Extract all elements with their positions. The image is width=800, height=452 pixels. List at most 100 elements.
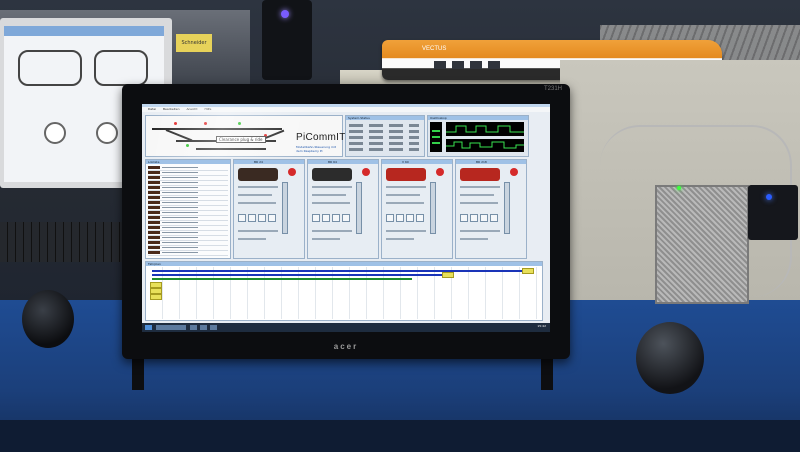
loco-thumbnail (148, 206, 160, 209)
timeline-tag[interactable] (522, 268, 534, 274)
monitor-brand: acer (333, 342, 359, 351)
timeline-bar[interactable] (152, 274, 442, 276)
function-button[interactable] (480, 214, 488, 222)
timeline-bar[interactable] (152, 270, 522, 272)
taskbar-app[interactable] (156, 325, 186, 330)
track (152, 128, 282, 130)
function-button[interactable] (238, 214, 246, 222)
menu-item[interactable]: Bearbeiten (163, 107, 179, 111)
loco-image (238, 168, 278, 181)
stop-button[interactable] (288, 168, 296, 176)
function-button[interactable] (396, 214, 404, 222)
loco-thumbnail (148, 201, 160, 204)
taskbar-app[interactable] (200, 325, 207, 330)
function-button[interactable] (416, 214, 424, 222)
speed-slider[interactable] (504, 182, 510, 234)
speed-slider[interactable] (282, 182, 288, 234)
menu-item[interactable]: Hilfe (204, 107, 211, 111)
monitor-stand-left (132, 356, 144, 390)
cab-label (312, 194, 346, 196)
loco-thumbnail (148, 196, 160, 199)
loco-cell (162, 212, 198, 213)
level-meter-bars (432, 130, 440, 144)
cab-control[interactable]: BR 24 (233, 159, 305, 259)
loco-thumbnail (148, 181, 160, 184)
cab-label (312, 202, 350, 204)
cab-label (386, 202, 424, 204)
loco-image (460, 168, 500, 181)
menu-item[interactable]: Datei (148, 107, 156, 111)
start-button[interactable] (145, 325, 152, 330)
taskbar-app[interactable] (210, 325, 217, 330)
loco-cell (162, 222, 198, 223)
signal-icon[interactable] (204, 122, 207, 125)
loco-thumbnail (148, 171, 160, 174)
signal-icon[interactable] (174, 122, 177, 125)
loco-list-row[interactable] (148, 251, 228, 256)
loco-thumbnail (148, 241, 160, 244)
screen: Datei Bearbeiten Ansicht Hilfe Clearance… (142, 104, 550, 332)
function-button[interactable] (460, 214, 468, 222)
function-button[interactable] (258, 214, 266, 222)
computer-mouse (636, 322, 704, 394)
function-button[interactable] (386, 214, 394, 222)
function-button[interactable] (268, 214, 276, 222)
cab-header: BR 24 (234, 160, 304, 164)
taskbar-app[interactable] (190, 325, 197, 330)
train-window (434, 61, 446, 69)
cab-header: BR 64 (308, 160, 378, 164)
signal-icon[interactable] (186, 144, 189, 147)
cab-label (238, 194, 272, 196)
cab-label (238, 238, 266, 240)
timeline-tag[interactable] (442, 272, 454, 278)
floor (0, 420, 800, 452)
oscilloscope-trace (446, 125, 524, 133)
level-meter (430, 122, 442, 152)
loco-cell (162, 197, 198, 198)
cab-control[interactable]: V 60 (381, 159, 453, 259)
stop-button[interactable] (436, 168, 444, 176)
cab-label (386, 186, 426, 188)
sticker: Schneider (176, 34, 212, 52)
track-plan-panel: Clearance plug & ride PiCommIT Modellbah… (145, 115, 346, 157)
function-button[interactable] (322, 214, 330, 222)
stop-button[interactable] (510, 168, 518, 176)
function-button[interactable] (470, 214, 478, 222)
cab-label (460, 202, 498, 204)
monitor-model: T231H (543, 86, 562, 92)
stop-button[interactable] (362, 168, 370, 176)
status-row (349, 130, 419, 133)
timeline-bar[interactable] (152, 278, 412, 280)
loco-cell (162, 232, 198, 233)
cab-label (386, 230, 426, 232)
signal-icon[interactable] (238, 122, 241, 125)
loco-thumbnail (148, 166, 160, 169)
train-window (488, 61, 500, 69)
loco-cell (162, 242, 198, 243)
app-logo: PiCommIT (296, 132, 346, 143)
loco-cell (162, 227, 198, 228)
route-label: Clearance plug & ride (216, 136, 266, 143)
cab-label (386, 238, 414, 240)
cab-control[interactable]: BR 64 (307, 159, 379, 259)
cab-label (312, 230, 352, 232)
cab-header: V 60 (382, 160, 452, 164)
speed-slider[interactable] (356, 182, 362, 234)
function-button[interactable] (406, 214, 414, 222)
loco-cell (162, 217, 198, 218)
function-button[interactable] (248, 214, 256, 222)
function-button[interactable] (312, 214, 320, 222)
scope-panel: Oszilloskop (427, 115, 529, 157)
cab-label (238, 186, 278, 188)
loco-thumbnail (148, 221, 160, 224)
cab-label (312, 238, 340, 240)
function-button[interactable] (342, 214, 350, 222)
status-row (349, 142, 419, 145)
loco-cell (162, 207, 198, 208)
function-button[interactable] (332, 214, 340, 222)
speed-slider[interactable] (430, 182, 436, 234)
cab-control[interactable]: BR 218 (455, 159, 527, 259)
function-button[interactable] (490, 214, 498, 222)
timeline-tag[interactable] (150, 294, 162, 300)
menu-item[interactable]: Ansicht (186, 107, 197, 111)
